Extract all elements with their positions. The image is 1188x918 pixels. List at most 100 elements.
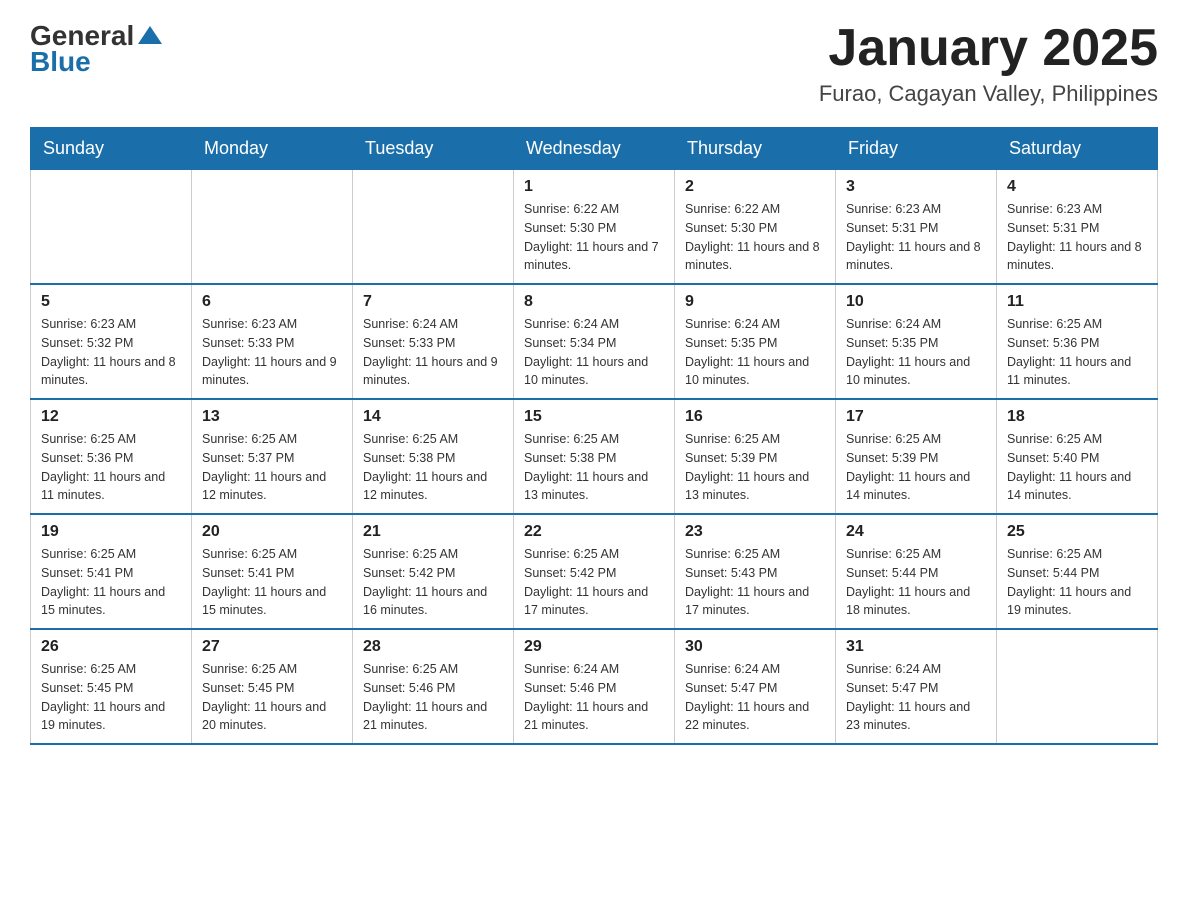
table-row: 22 Sunrise: 6:25 AMSunset: 5:42 PMDayligh… [514, 514, 675, 629]
day-number: 3 [846, 178, 986, 196]
table-row: 25 Sunrise: 6:25 AMSunset: 5:44 PMDayligh… [997, 514, 1158, 629]
table-row: 4 Sunrise: 6:23 AMSunset: 5:31 PMDaylight… [997, 170, 1158, 285]
day-number: 9 [685, 293, 825, 311]
calendar-week-row: 19 Sunrise: 6:25 AMSunset: 5:41 PMDayligh… [31, 514, 1158, 629]
day-number: 28 [363, 638, 503, 656]
day-info: Sunrise: 6:25 AMSunset: 5:42 PMDaylight:… [363, 545, 503, 620]
day-info: Sunrise: 6:23 AMSunset: 5:31 PMDaylight:… [1007, 200, 1147, 275]
day-number: 6 [202, 293, 342, 311]
day-number: 18 [1007, 408, 1147, 426]
page-header: General Blue January 2025 Furao, Cagayan… [30, 20, 1158, 107]
day-number: 10 [846, 293, 986, 311]
table-row: 9 Sunrise: 6:24 AMSunset: 5:35 PMDaylight… [675, 284, 836, 399]
day-info: Sunrise: 6:25 AMSunset: 5:39 PMDaylight:… [685, 430, 825, 505]
day-info: Sunrise: 6:25 AMSunset: 5:38 PMDaylight:… [363, 430, 503, 505]
table-row: 6 Sunrise: 6:23 AMSunset: 5:33 PMDaylight… [192, 284, 353, 399]
day-number: 13 [202, 408, 342, 426]
day-number: 11 [1007, 293, 1147, 311]
day-info: Sunrise: 6:22 AMSunset: 5:30 PMDaylight:… [524, 200, 664, 275]
day-info: Sunrise: 6:24 AMSunset: 5:34 PMDaylight:… [524, 315, 664, 390]
day-number: 25 [1007, 523, 1147, 541]
day-info: Sunrise: 6:25 AMSunset: 5:41 PMDaylight:… [41, 545, 181, 620]
calendar-table: Sunday Monday Tuesday Wednesday Thursday… [30, 127, 1158, 745]
logo-icon [136, 22, 164, 50]
calendar-week-row: 12 Sunrise: 6:25 AMSunset: 5:36 PMDayligh… [31, 399, 1158, 514]
day-info: Sunrise: 6:25 AMSunset: 5:40 PMDaylight:… [1007, 430, 1147, 505]
table-row: 29Sunrise: 6:24 AMSunset: 5:46 PMDayligh… [514, 629, 675, 744]
table-row: 7 Sunrise: 6:24 AMSunset: 5:33 PMDaylight… [353, 284, 514, 399]
table-row: 26 Sunrise: 6:25 AMSunset: 5:45 PMDayligh… [31, 629, 192, 744]
calendar-week-row: 1 Sunrise: 6:22 AMSunset: 5:30 PMDaylight… [31, 170, 1158, 285]
day-number: 5 [41, 293, 181, 311]
day-info: Sunrise: 6:25 AMSunset: 5:36 PMDaylight:… [1007, 315, 1147, 390]
month-title: January 2025 [819, 20, 1158, 77]
table-row [192, 170, 353, 285]
table-row: 14Sunrise: 6:25 AMSunset: 5:38 PMDayligh… [353, 399, 514, 514]
table-row: 2Sunrise: 6:22 AMSunset: 5:30 PMDaylight… [675, 170, 836, 285]
day-info: Sunrise: 6:25 AMSunset: 5:43 PMDaylight:… [685, 545, 825, 620]
table-row: 31Sunrise: 6:24 AMSunset: 5:47 PMDayligh… [836, 629, 997, 744]
day-number: 22 [524, 523, 664, 541]
table-row: 27 Sunrise: 6:25 AMSunset: 5:45 PMDayligh… [192, 629, 353, 744]
day-number: 21 [363, 523, 503, 541]
table-row: 5 Sunrise: 6:23 AMSunset: 5:32 PMDaylight… [31, 284, 192, 399]
day-number: 8 [524, 293, 664, 311]
header-monday: Monday [192, 128, 353, 170]
day-number: 15 [524, 408, 664, 426]
table-row [353, 170, 514, 285]
table-row: 8 Sunrise: 6:24 AMSunset: 5:34 PMDaylight… [514, 284, 675, 399]
table-row: 17 Sunrise: 6:25 AMSunset: 5:39 PMDayligh… [836, 399, 997, 514]
day-number: 20 [202, 523, 342, 541]
day-info: Sunrise: 6:23 AMSunset: 5:33 PMDaylight:… [202, 315, 342, 390]
day-info: Sunrise: 6:24 AMSunset: 5:35 PMDaylight:… [685, 315, 825, 390]
header-saturday: Saturday [997, 128, 1158, 170]
day-number: 19 [41, 523, 181, 541]
table-row: 1 Sunrise: 6:22 AMSunset: 5:30 PMDaylight… [514, 170, 675, 285]
table-row: 10 Sunrise: 6:24 AMSunset: 5:35 PMDayligh… [836, 284, 997, 399]
table-row: 21 Sunrise: 6:25 AMSunset: 5:42 PMDayligh… [353, 514, 514, 629]
day-info: Sunrise: 6:25 AMSunset: 5:44 PMDaylight:… [1007, 545, 1147, 620]
table-row: 24 Sunrise: 6:25 AMSunset: 5:44 PMDayligh… [836, 514, 997, 629]
table-row: 28 Sunrise: 6:25 AMSunset: 5:46 PMDayligh… [353, 629, 514, 744]
header-sunday: Sunday [31, 128, 192, 170]
calendar-week-row: 26 Sunrise: 6:25 AMSunset: 5:45 PMDayligh… [31, 629, 1158, 744]
logo: General Blue [30, 20, 164, 78]
day-number: 4 [1007, 178, 1147, 196]
day-info: Sunrise: 6:25 AMSunset: 5:36 PMDaylight:… [41, 430, 181, 505]
day-number: 26 [41, 638, 181, 656]
table-row: 18 Sunrise: 6:25 AMSunset: 5:40 PMDayligh… [997, 399, 1158, 514]
day-info: Sunrise: 6:25 AMSunset: 5:45 PMDaylight:… [41, 660, 181, 735]
day-info: Sunrise: 6:25 AMSunset: 5:39 PMDaylight:… [846, 430, 986, 505]
day-info: Sunrise: 6:24 AMSunset: 5:47 PMDaylight:… [846, 660, 986, 735]
table-row: 13Sunrise: 6:25 AMSunset: 5:37 PMDayligh… [192, 399, 353, 514]
table-row: 3 Sunrise: 6:23 AMSunset: 5:31 PMDaylight… [836, 170, 997, 285]
title-section: January 2025 Furao, Cagayan Valley, Phil… [819, 20, 1158, 107]
day-number: 17 [846, 408, 986, 426]
day-info: Sunrise: 6:24 AMSunset: 5:46 PMDaylight:… [524, 660, 664, 735]
day-info: Sunrise: 6:25 AMSunset: 5:45 PMDaylight:… [202, 660, 342, 735]
day-number: 1 [524, 178, 664, 196]
day-info: Sunrise: 6:25 AMSunset: 5:41 PMDaylight:… [202, 545, 342, 620]
table-row: 15 Sunrise: 6:25 AMSunset: 5:38 PMDayligh… [514, 399, 675, 514]
day-number: 24 [846, 523, 986, 541]
table-row: 23 Sunrise: 6:25 AMSunset: 5:43 PMDayligh… [675, 514, 836, 629]
day-info: Sunrise: 6:24 AMSunset: 5:33 PMDaylight:… [363, 315, 503, 390]
day-info: Sunrise: 6:25 AMSunset: 5:38 PMDaylight:… [524, 430, 664, 505]
day-number: 23 [685, 523, 825, 541]
day-number: 27 [202, 638, 342, 656]
table-row: 20 Sunrise: 6:25 AMSunset: 5:41 PMDayligh… [192, 514, 353, 629]
table-row: 30Sunrise: 6:24 AMSunset: 5:47 PMDayligh… [675, 629, 836, 744]
weekday-header-row: Sunday Monday Tuesday Wednesday Thursday… [31, 128, 1158, 170]
day-number: 12 [41, 408, 181, 426]
day-info: Sunrise: 6:25 AMSunset: 5:42 PMDaylight:… [524, 545, 664, 620]
day-info: Sunrise: 6:25 AMSunset: 5:46 PMDaylight:… [363, 660, 503, 735]
day-info: Sunrise: 6:25 AMSunset: 5:44 PMDaylight:… [846, 545, 986, 620]
day-number: 2 [685, 178, 825, 196]
day-number: 7 [363, 293, 503, 311]
day-number: 16 [685, 408, 825, 426]
table-row [31, 170, 192, 285]
day-info: Sunrise: 6:24 AMSunset: 5:35 PMDaylight:… [846, 315, 986, 390]
day-info: Sunrise: 6:23 AMSunset: 5:32 PMDaylight:… [41, 315, 181, 390]
location-title: Furao, Cagayan Valley, Philippines [819, 81, 1158, 107]
day-info: Sunrise: 6:23 AMSunset: 5:31 PMDaylight:… [846, 200, 986, 275]
